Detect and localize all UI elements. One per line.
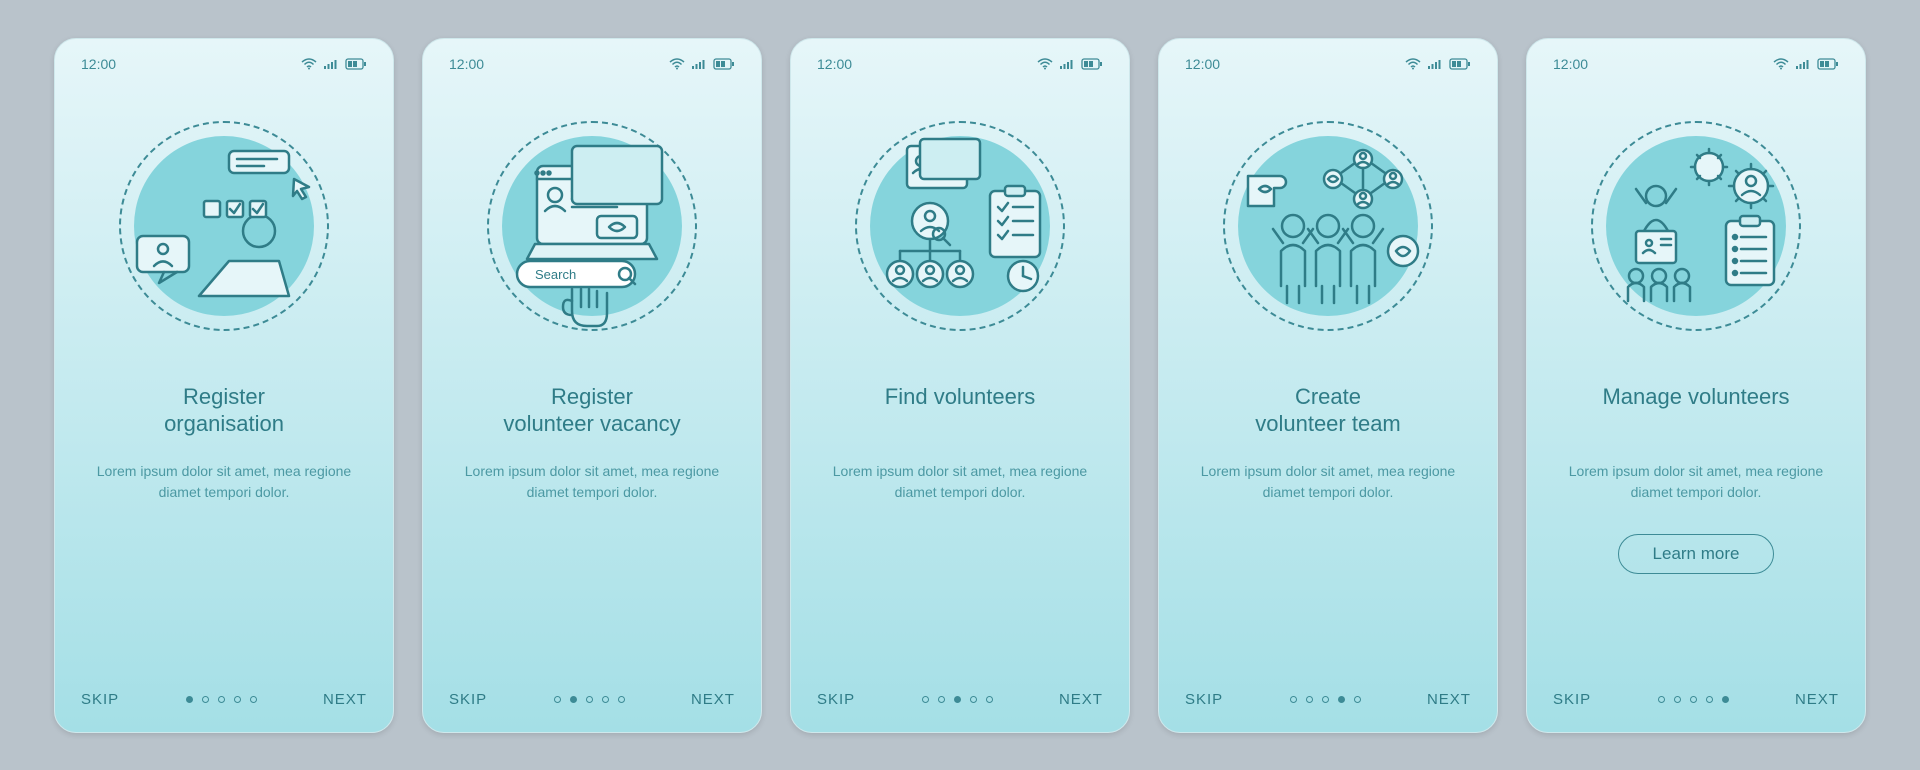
status-icons	[1773, 58, 1839, 70]
onboarding-screen-4: 12:00	[1158, 38, 1498, 733]
battery-icon	[1817, 58, 1839, 70]
signal-icon	[323, 58, 339, 70]
page-dots	[554, 696, 625, 703]
dot-4[interactable]	[970, 696, 977, 703]
status-icons	[1405, 58, 1471, 70]
onboarding-screen-3: 12:00	[790, 38, 1130, 733]
illustration-manage-volunteers	[1553, 101, 1839, 351]
signal-icon	[1427, 58, 1443, 70]
status-time: 12:00	[817, 56, 852, 72]
wifi-icon	[301, 58, 317, 70]
wifi-icon	[669, 58, 685, 70]
status-time: 12:00	[1553, 56, 1588, 72]
learn-more-button[interactable]: Learn more	[1618, 534, 1775, 574]
next-button[interactable]: NEXT	[323, 691, 367, 708]
status-icons	[669, 58, 735, 70]
dot-2[interactable]	[1674, 696, 1681, 703]
status-time: 12:00	[1185, 56, 1220, 72]
screen-title: Find volunteers	[817, 383, 1103, 439]
screen-footer: SKIP NEXT	[1553, 691, 1839, 708]
illustration-find-volunteers	[817, 101, 1103, 351]
dot-4[interactable]	[1706, 696, 1713, 703]
screen-body: Lorem ipsum dolor sit amet, mea regione …	[1185, 461, 1471, 504]
dot-4[interactable]	[602, 696, 609, 703]
next-button[interactable]: NEXT	[691, 691, 735, 708]
dot-4[interactable]	[234, 696, 241, 703]
dot-2[interactable]	[1306, 696, 1313, 703]
dot-2[interactable]	[202, 696, 209, 703]
screen-footer: SKIP NEXT	[449, 691, 735, 708]
status-bar: 12:00	[817, 53, 1103, 75]
dot-1[interactable]	[1658, 696, 1665, 703]
screen-footer: SKIP NEXT	[1185, 691, 1471, 708]
onboarding-screen-5: 12:00	[1526, 38, 1866, 733]
dot-3[interactable]	[218, 696, 225, 703]
status-bar: 12:00	[81, 53, 367, 75]
dot-1[interactable]	[186, 696, 193, 703]
wifi-icon	[1037, 58, 1053, 70]
dot-5[interactable]	[1354, 696, 1361, 703]
status-time: 12:00	[81, 56, 116, 72]
next-button[interactable]: NEXT	[1059, 691, 1103, 708]
next-button[interactable]: NEXT	[1795, 691, 1839, 708]
screen-body: Lorem ipsum dolor sit amet, mea regione …	[449, 461, 735, 504]
screen-body: Lorem ipsum dolor sit amet, mea regione …	[1553, 461, 1839, 504]
screen-title: Create volunteer team	[1185, 383, 1471, 439]
skip-button[interactable]: SKIP	[1185, 691, 1223, 708]
screen-footer: SKIP NEXT	[81, 691, 367, 708]
page-dots	[922, 696, 993, 703]
page-dots	[186, 696, 257, 703]
dot-3[interactable]	[586, 696, 593, 703]
battery-icon	[1081, 58, 1103, 70]
wifi-icon	[1405, 58, 1421, 70]
screen-footer: SKIP NEXT	[817, 691, 1103, 708]
dot-5[interactable]	[250, 696, 257, 703]
battery-icon	[713, 58, 735, 70]
signal-icon	[1795, 58, 1811, 70]
status-bar: 12:00	[1553, 53, 1839, 75]
dot-1[interactable]	[554, 696, 561, 703]
page-dots	[1658, 696, 1729, 703]
skip-button[interactable]: SKIP	[1553, 691, 1591, 708]
dot-2[interactable]	[570, 696, 577, 703]
illustration-create-team	[1185, 101, 1471, 351]
page-dots	[1290, 696, 1361, 703]
skip-button[interactable]: SKIP	[817, 691, 855, 708]
onboarding-screen-2: 12:00	[422, 38, 762, 733]
screen-title: Register organisation	[81, 383, 367, 439]
dot-4[interactable]	[1338, 696, 1345, 703]
battery-icon	[345, 58, 367, 70]
status-icons	[1037, 58, 1103, 70]
search-label: Search	[535, 267, 576, 282]
dot-3[interactable]	[1690, 696, 1697, 703]
next-button[interactable]: NEXT	[1427, 691, 1471, 708]
screen-title: Manage volunteers	[1553, 383, 1839, 439]
dot-1[interactable]	[1290, 696, 1297, 703]
status-icons	[301, 58, 367, 70]
battery-icon	[1449, 58, 1471, 70]
dot-5[interactable]	[1722, 696, 1729, 703]
dot-3[interactable]	[954, 696, 961, 703]
status-time: 12:00	[449, 56, 484, 72]
screen-body: Lorem ipsum dolor sit amet, mea regione …	[81, 461, 367, 504]
status-bar: 12:00	[1185, 53, 1471, 75]
dot-3[interactable]	[1322, 696, 1329, 703]
illustration-register-vacancy: Search	[449, 101, 735, 351]
signal-icon	[691, 58, 707, 70]
dot-5[interactable]	[618, 696, 625, 703]
dot-5[interactable]	[986, 696, 993, 703]
skip-button[interactable]: SKIP	[81, 691, 119, 708]
dot-2[interactable]	[938, 696, 945, 703]
illustration-register-organisation	[81, 101, 367, 351]
onboarding-screen-1: 12:00	[54, 38, 394, 733]
signal-icon	[1059, 58, 1075, 70]
status-bar: 12:00	[449, 53, 735, 75]
dot-1[interactable]	[922, 696, 929, 703]
screen-title: Register volunteer vacancy	[449, 383, 735, 439]
screen-body: Lorem ipsum dolor sit amet, mea regione …	[817, 461, 1103, 504]
wifi-icon	[1773, 58, 1789, 70]
skip-button[interactable]: SKIP	[449, 691, 487, 708]
